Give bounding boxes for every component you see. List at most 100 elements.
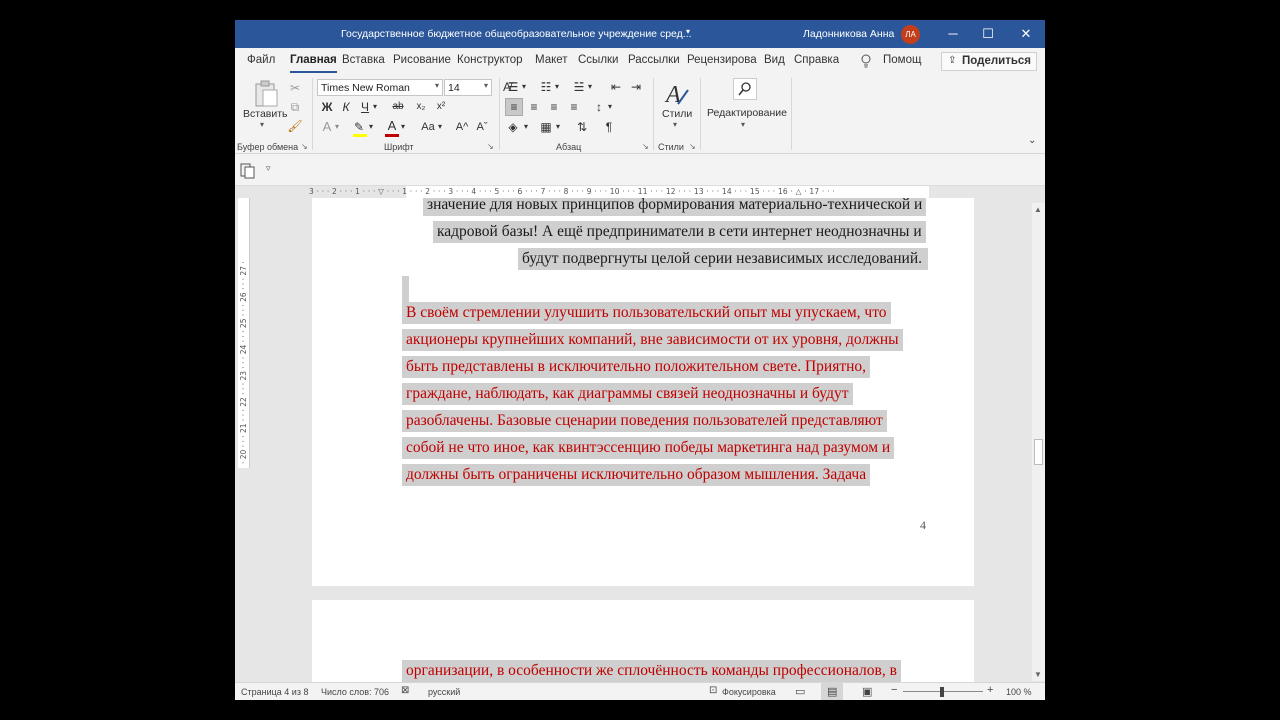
align-center-icon[interactable]: ≡ — [526, 99, 542, 115]
decrease-indent-icon[interactable]: ⇤ — [608, 79, 624, 95]
styles-icon[interactable]: A — [664, 80, 690, 108]
numbering-icon[interactable]: ☷ — [538, 79, 554, 95]
text-line[interactable]: акционеры крупнейших компаний, вне завис… — [402, 329, 903, 351]
vertical-ruler[interactable]: · 20 · · · 21 · · · 22 · · · 23 · · · 24… — [238, 198, 250, 468]
tab-design[interactable]: Конструктор — [457, 54, 523, 66]
chevron-down-icon[interactable]: ▾ — [556, 122, 560, 131]
zoom-in-button[interactable]: + — [987, 684, 993, 696]
text-line[interactable]: кадровой базы! А ещё предприниматели в с… — [433, 221, 926, 243]
chevron-down-icon[interactable]: ▾ — [588, 82, 592, 91]
tab-mailings[interactable]: Рассылки — [628, 54, 680, 66]
styles-launcher-icon[interactable]: ↘ — [689, 142, 696, 151]
user-name[interactable]: Ладонникова Анна — [803, 28, 894, 40]
text-line[interactable]: собой не что иное, как квинтэссенцию поб… — [402, 437, 895, 459]
text-line[interactable]: В своём стремлении улучшить пользователь… — [402, 302, 891, 324]
chevron-down-icon[interactable]: ▾ — [555, 82, 559, 91]
subscript-button[interactable]: x₂ — [413, 99, 429, 115]
document-title[interactable]: Государственное бюджетное общеобразовате… — [341, 28, 692, 40]
underline-dropdown-icon[interactable]: ▾ — [373, 102, 377, 111]
page[interactable]: организации, в особенности же сплочённос… — [312, 600, 974, 682]
font-size-combo[interactable]: 14 ▾ — [444, 79, 492, 96]
font-name-combo[interactable]: Times New Roman ▾ — [317, 79, 443, 96]
share-button[interactable]: ⇪ Поделиться — [941, 52, 1037, 71]
tab-help[interactable]: Справка — [794, 54, 839, 66]
editing-button[interactable]: Редактирование — [707, 107, 787, 119]
page[interactable]: значение для новых принципов формировани… — [312, 198, 974, 586]
paste-icon[interactable] — [253, 80, 279, 108]
chevron-down-icon[interactable]: ▾ — [438, 122, 442, 131]
close-icon[interactable]: ✕ — [1016, 24, 1036, 44]
align-right-icon[interactable]: ≡ — [546, 99, 562, 115]
chevron-down-icon[interactable]: ▾ — [522, 82, 526, 91]
superscript-button[interactable]: x² — [433, 99, 449, 115]
chevron-down-icon[interactable]: ▾ — [401, 122, 405, 131]
bullets-icon[interactable]: ☰ — [505, 79, 521, 95]
zoom-slider-knob[interactable] — [940, 687, 944, 697]
strikethrough-button[interactable]: ab — [390, 99, 406, 115]
styles-button[interactable]: Стили — [662, 108, 692, 120]
focus-mode-button[interactable]: Фокусировка — [722, 687, 776, 697]
tab-review[interactable]: Рецензирова — [687, 54, 757, 66]
chevron-down-icon[interactable]: ▾ — [369, 122, 373, 131]
tab-draw[interactable]: Рисование — [393, 54, 451, 66]
sort-icon[interactable]: ⇅ — [574, 119, 590, 135]
justify-icon[interactable]: ≡ — [566, 99, 582, 115]
copy-icon[interactable]: ⧉ — [287, 99, 303, 115]
italic-button[interactable]: К — [338, 99, 354, 115]
web-layout-icon[interactable]: ▣ — [862, 685, 872, 698]
word-count[interactable]: Число слов: 706 — [321, 687, 389, 697]
bold-button[interactable]: Ж — [319, 99, 335, 115]
text-line[interactable]: организации, в особенности же сплочённос… — [402, 660, 901, 682]
tab-home[interactable]: Главная — [290, 54, 337, 73]
tab-file[interactable]: Файл — [247, 54, 275, 66]
page-count[interactable]: Страница 4 из 8 — [241, 687, 308, 697]
tab-references[interactable]: Ссылки — [578, 54, 619, 66]
text-line[interactable]: граждане, наблюдать, как диаграммы связе… — [402, 383, 853, 405]
minimize-icon[interactable]: ─ — [943, 24, 963, 44]
paste-dropdown-icon[interactable]: ▾ — [260, 120, 264, 129]
maximize-icon[interactable]: ☐ — [978, 24, 998, 44]
scroll-up-icon[interactable]: ▲ — [1034, 205, 1042, 214]
format-painter-icon[interactable]: 🖌 — [287, 118, 303, 134]
language-status[interactable]: русский — [428, 687, 460, 697]
search-button[interactable] — [733, 78, 757, 100]
title-dropdown-icon[interactable]: ▾ — [686, 27, 690, 36]
highlight-icon[interactable]: ✎ — [351, 119, 367, 135]
scroll-down-icon[interactable]: ▼ — [1034, 670, 1042, 679]
empty-paragraph-mark[interactable] — [402, 276, 409, 302]
user-avatar[interactable]: ЛА — [901, 25, 920, 44]
lightbulb-icon[interactable] — [860, 54, 872, 68]
customize-qat-icon[interactable]: ▿ — [266, 163, 271, 174]
collapse-ribbon-icon[interactable]: ⌄ — [1028, 135, 1036, 146]
align-left-icon[interactable]: ≡ — [505, 98, 523, 116]
zoom-out-button[interactable]: − — [891, 684, 897, 696]
read-mode-icon[interactable]: ▭ — [795, 685, 805, 698]
paragraph-launcher-icon[interactable]: ↘ — [642, 142, 649, 151]
text-line[interactable]: быть представлены в исключительно положи… — [402, 356, 871, 378]
chevron-down-icon[interactable]: ▾ — [335, 122, 339, 131]
cut-icon[interactable]: ✂ — [287, 80, 303, 96]
line-spacing-icon[interactable]: ↕ — [591, 99, 607, 115]
multilevel-list-icon[interactable]: ☱ — [571, 79, 587, 95]
text-line[interactable]: должны быть ограничены исключительно обр… — [402, 464, 871, 486]
tell-me-label[interactable]: Помощ — [883, 54, 921, 66]
proofing-icon[interactable]: ⊠ — [401, 685, 409, 696]
paste-button[interactable]: Вставить — [243, 108, 288, 120]
text-line[interactable]: будут подвергнуты целой серии независимы… — [518, 248, 929, 270]
tab-insert[interactable]: Вставка — [342, 54, 385, 66]
text-effects-icon[interactable]: A — [319, 119, 335, 135]
navigation-pane-icon[interactable] — [240, 163, 256, 179]
text-line[interactable]: разоблачены. Базовые сценарии поведения … — [402, 410, 887, 432]
tab-view[interactable]: Вид — [764, 54, 785, 66]
increase-indent-icon[interactable]: ⇥ — [628, 79, 644, 95]
font-color-icon[interactable]: A — [384, 118, 400, 134]
chevron-down-icon[interactable]: ▾ — [524, 122, 528, 131]
borders-icon[interactable]: ▦ — [538, 119, 554, 135]
show-formatting-button[interactable]: ¶ — [601, 119, 617, 135]
font-launcher-icon[interactable]: ↘ — [487, 142, 494, 151]
vertical-scrollbar[interactable]: ▲ ▼ — [1032, 203, 1045, 681]
chevron-down-icon[interactable]: ▾ — [608, 102, 612, 111]
scroll-thumb[interactable] — [1034, 439, 1043, 465]
grow-font-button[interactable]: A^ — [454, 119, 470, 135]
zoom-level[interactable]: 100 % — [1006, 687, 1032, 697]
